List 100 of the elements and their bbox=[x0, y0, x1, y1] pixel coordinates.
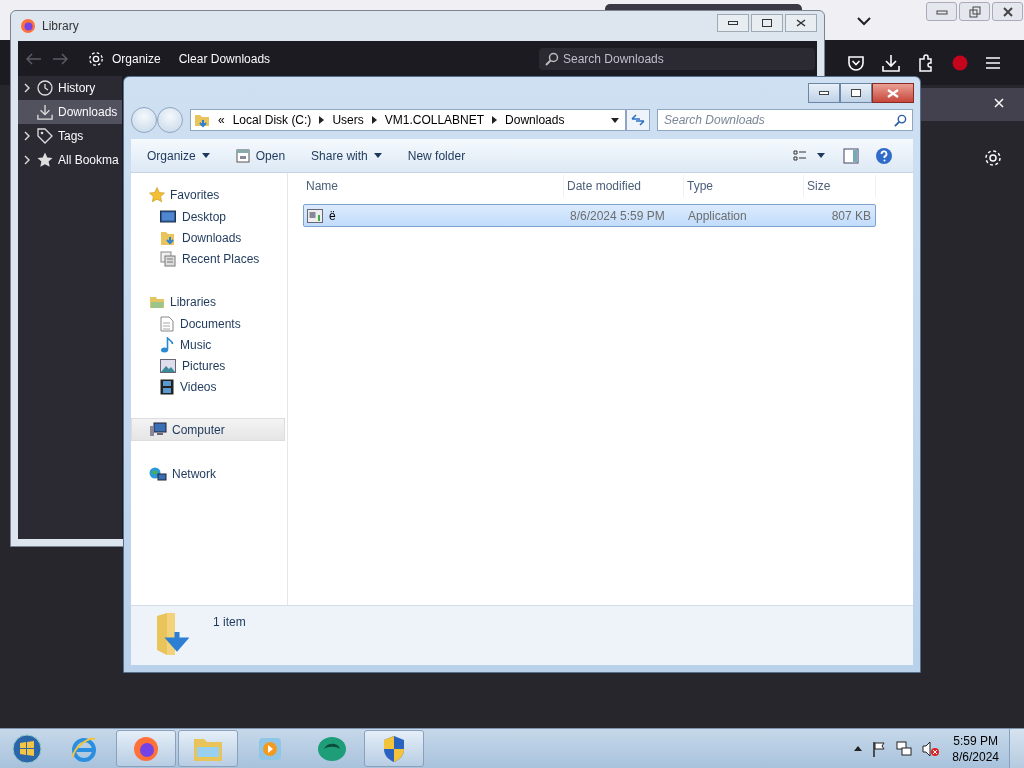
firefox-icon bbox=[20, 18, 36, 34]
nav-item[interactable]: Downloads bbox=[131, 227, 287, 248]
nav-item[interactable]: Documents bbox=[131, 313, 287, 334]
caret-icon bbox=[201, 153, 210, 158]
file-row[interactable]: ë 8/6/2024 5:59 PM Application 807 KB bbox=[303, 204, 876, 227]
breadcrumb-item[interactable]: Users bbox=[332, 113, 364, 127]
application-icon bbox=[307, 208, 323, 223]
details-view-icon[interactable] bbox=[793, 149, 807, 162]
item-count: 1 item bbox=[213, 615, 246, 629]
toolbar-button[interactable]: Organize bbox=[141, 145, 216, 166]
windows-logo-icon bbox=[12, 733, 42, 764]
window-icon bbox=[235, 148, 250, 163]
size-cell-text: 807 KB bbox=[830, 208, 872, 223]
dropdown-arrow-icon[interactable] bbox=[611, 117, 619, 123]
breadcrumb-item[interactable]: Local Disk (C:) bbox=[232, 113, 312, 127]
nav-item[interactable]: Libraries bbox=[131, 290, 287, 313]
refresh-icon bbox=[631, 114, 645, 126]
close-icon bbox=[1001, 5, 1014, 18]
close-button[interactable] bbox=[785, 14, 817, 32]
minimize-icon bbox=[819, 91, 829, 95]
puzzle-icon[interactable] bbox=[917, 54, 935, 72]
taskbar-app[interactable] bbox=[364, 730, 424, 767]
taskbar-app[interactable] bbox=[116, 730, 176, 767]
maximize-button[interactable] bbox=[840, 83, 872, 103]
caret-icon bbox=[373, 153, 382, 158]
search-icon bbox=[894, 114, 907, 127]
clear-downloads-button[interactable]: Clear Downloads bbox=[174, 51, 275, 66]
music-note-icon bbox=[160, 336, 174, 353]
nav-item[interactable]: Pictures bbox=[131, 355, 287, 376]
preview-pane-icon[interactable] bbox=[843, 147, 859, 164]
search-field[interactable]: Search Downloads bbox=[539, 47, 815, 70]
chevron-right-icon[interactable] bbox=[24, 83, 30, 93]
nav-item[interactable]: Favorites bbox=[131, 183, 287, 206]
folder-icon bbox=[160, 229, 176, 246]
column-header[interactable]: Date modified bbox=[564, 175, 684, 197]
settings-icon bbox=[88, 50, 104, 67]
column-header[interactable]: Type bbox=[684, 175, 804, 197]
caret-icon[interactable] bbox=[817, 153, 825, 158]
menu-icon[interactable] bbox=[985, 56, 1001, 70]
maximize-icon bbox=[762, 19, 772, 27]
media-player-icon bbox=[257, 735, 283, 762]
close-icon bbox=[796, 19, 806, 27]
chevron-right-icon[interactable] bbox=[492, 116, 498, 124]
maximize-icon bbox=[851, 89, 861, 97]
close-button[interactable] bbox=[992, 2, 1023, 21]
desktop-icon bbox=[160, 209, 176, 224]
column-header[interactable]: Size bbox=[804, 175, 876, 197]
back-arrow-icon[interactable] bbox=[26, 52, 42, 65]
address-bar[interactable]: « Local Disk (C:) Users VM1.COLLABNET Downloads bbox=[190, 109, 626, 131]
search-field[interactable]: Search Downloads bbox=[657, 109, 913, 131]
film-icon bbox=[160, 378, 174, 395]
nav-item[interactable]: Videos bbox=[131, 376, 287, 397]
maximize-button[interactable] bbox=[751, 14, 783, 32]
chevron-right-icon[interactable] bbox=[24, 155, 30, 165]
forward-arrow-icon[interactable] bbox=[52, 52, 68, 65]
close-icon[interactable] bbox=[994, 98, 1004, 108]
breadcrumb-overflow[interactable]: « bbox=[218, 113, 225, 127]
flag-icon[interactable] bbox=[872, 740, 887, 757]
chevron-right-icon[interactable] bbox=[24, 131, 30, 141]
tag-icon bbox=[37, 128, 53, 144]
toolbar-button[interactable]: New folder bbox=[401, 145, 472, 166]
folder-icon bbox=[155, 612, 189, 656]
download-icon[interactable] bbox=[882, 54, 900, 72]
settings-icon[interactable] bbox=[984, 149, 1002, 167]
nav-item[interactable]: Desktop bbox=[131, 206, 287, 227]
chevron-right-icon[interactable] bbox=[371, 116, 377, 124]
minimize-button[interactable] bbox=[808, 83, 840, 103]
type-cell-text: Application bbox=[687, 208, 748, 223]
breadcrumb-item[interactable]: VM1.COLLABNET bbox=[384, 113, 485, 127]
close-button[interactable] bbox=[872, 83, 914, 103]
nav-item[interactable]: Computer bbox=[131, 418, 285, 441]
organize-menu[interactable]: Organize bbox=[108, 51, 165, 66]
sidebar-item[interactable]: Tags bbox=[18, 124, 122, 148]
close-icon bbox=[887, 88, 899, 98]
nav-item[interactable]: Recent Places bbox=[131, 248, 287, 269]
help-icon[interactable] bbox=[875, 146, 893, 165]
column-header[interactable]: Name bbox=[303, 175, 564, 197]
computer-icon bbox=[149, 421, 167, 438]
toolbar-button[interactable]: Open bbox=[229, 145, 292, 166]
chevron-down-icon[interactable] bbox=[857, 17, 871, 26]
speaker-muted-icon[interactable] bbox=[922, 740, 941, 757]
network-icon[interactable] bbox=[896, 740, 913, 757]
nav-item[interactable]: Network bbox=[131, 462, 287, 485]
minimize-button[interactable] bbox=[717, 14, 749, 32]
restore-button[interactable] bbox=[959, 2, 990, 21]
toolbar-button[interactable]: Share with bbox=[305, 145, 388, 166]
clock-date[interactable]: 8/6/2024 bbox=[952, 748, 999, 765]
sidebar-item[interactable]: Downloads bbox=[18, 100, 122, 124]
app-icon bbox=[317, 734, 347, 763]
nav-item[interactable]: Music bbox=[131, 334, 287, 355]
sidebar-item[interactable]: History bbox=[18, 76, 122, 100]
chevron-up-icon[interactable] bbox=[854, 746, 863, 751]
chevron-right-icon[interactable] bbox=[319, 116, 325, 124]
file-name: ë bbox=[329, 208, 336, 223]
sidebar-item[interactable]: All Bookma bbox=[18, 148, 122, 172]
breadcrumb-item[interactable]: Downloads bbox=[505, 113, 565, 127]
download-icon bbox=[37, 104, 53, 120]
refresh-button[interactable] bbox=[626, 109, 650, 131]
pocket-icon[interactable] bbox=[847, 55, 865, 71]
clock-time[interactable]: 5:59 PM bbox=[953, 732, 998, 749]
